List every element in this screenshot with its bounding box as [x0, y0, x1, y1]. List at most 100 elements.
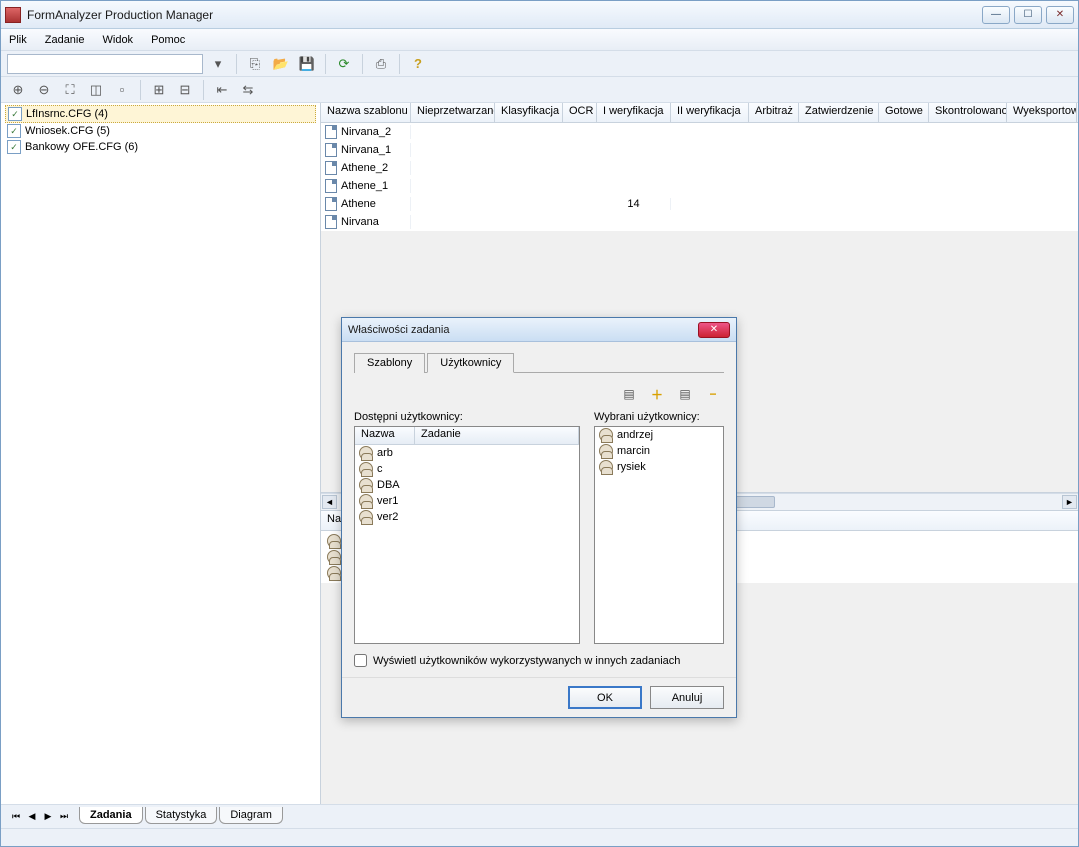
search-input[interactable] — [7, 54, 203, 74]
dialog-titlebar[interactable]: Właściwości zadania ✕ — [342, 318, 736, 342]
fit-icon[interactable]: ⛶ — [59, 79, 81, 101]
zoom-out-icon[interactable]: ⊖ — [33, 79, 55, 101]
dropdown-button[interactable]: ▾ — [207, 53, 229, 75]
column-header[interactable]: Klasyfikacja — [495, 103, 563, 122]
remove-icon[interactable]: − — [702, 383, 724, 405]
tab-templates[interactable]: Szablony — [354, 353, 425, 373]
nav-first-button[interactable]: ⏮ — [9, 810, 23, 824]
close-button[interactable]: ✕ — [1046, 6, 1074, 24]
selected-users-list[interactable]: andrzej marcinrysiek — [594, 426, 724, 644]
maximize-button[interactable]: ☐ — [1014, 6, 1042, 24]
template-name: Nirvana — [341, 216, 379, 228]
task-properties-dialog: Właściwości zadania ✕ Szablony Użytkowni… — [341, 317, 737, 718]
bottom-bar: ⏮ ◀ ▶ ⏭ Zadania Statystyka Diagram — [1, 804, 1078, 828]
tree-item[interactable]: ✓LfInsrnc.CFG (4) — [5, 105, 316, 123]
column-header[interactable]: OCR — [563, 103, 597, 122]
tab-stats[interactable]: Statystyka — [145, 807, 218, 824]
list-item[interactable]: andrzej — [595, 427, 723, 443]
open-folder-icon[interactable]: 📂 — [270, 53, 292, 75]
move-left-icon[interactable]: ▤ — [674, 383, 696, 405]
tree-item[interactable]: ✓Bankowy OFE.CFG (6) — [5, 139, 316, 155]
small-square-icon[interactable]: ▫ — [111, 79, 133, 101]
table-row[interactable]: Athene14 — [321, 195, 1078, 213]
cancel-button[interactable]: Anuluj — [650, 686, 724, 709]
column-header[interactable]: I weryfikacja — [597, 103, 671, 122]
user-name: ver1 — [377, 495, 398, 507]
list-item[interactable]: rysiek — [595, 459, 723, 475]
list-item[interactable]: marcin — [595, 443, 723, 459]
tree-item-label: Bankowy OFE.CFG (6) — [25, 141, 138, 153]
list-item[interactable]: DBA — [355, 477, 579, 493]
show-used-checkbox[interactable] — [354, 654, 367, 667]
column-header[interactable]: Skontrolowano — [929, 103, 1007, 122]
dialog-title: Właściwości zadania — [348, 324, 698, 336]
column-header[interactable]: II weryfikacja — [671, 103, 749, 122]
column-header[interactable]: Zatwierdzenie — [799, 103, 879, 122]
user-icon — [327, 534, 341, 548]
document-icon — [325, 215, 337, 229]
titlebar: FormAnalyzer Production Manager — ☐ ✕ — [1, 1, 1078, 29]
add-icon[interactable]: ＋ — [646, 383, 668, 405]
help-icon[interactable]: ? — [407, 53, 429, 75]
align-icon[interactable]: ⇤ — [211, 79, 233, 101]
arrange-icon[interactable]: ◫ — [85, 79, 107, 101]
user-icon — [327, 566, 341, 580]
copy-icon[interactable]: ⎘ — [244, 53, 266, 75]
print-icon[interactable]: ⎙ — [370, 53, 392, 75]
user-icon — [359, 510, 373, 524]
toolbar-secondary: ⊕ ⊖ ⛶ ◫ ▫ ⊞ ⊟ ⇤ ⇆ — [1, 77, 1078, 103]
available-users-list[interactable]: Nazwa Zadanie arbc DBA ver1 ver2 — [354, 426, 580, 644]
scroll-left-button[interactable]: ◄ — [322, 495, 337, 509]
table-row[interactable]: Athene_1 — [321, 177, 1078, 195]
refresh-icon[interactable]: ⟳ — [333, 53, 355, 75]
list-item[interactable]: arb — [355, 445, 579, 461]
menu-help[interactable]: Pomoc — [151, 34, 185, 46]
save-icon[interactable]: 💾 — [296, 53, 318, 75]
template-name: Nirvana_1 — [341, 144, 391, 156]
user-icon — [599, 460, 613, 474]
nav-prev-button[interactable]: ◀ — [25, 810, 39, 824]
move-right-icon[interactable]: ▤ — [618, 383, 640, 405]
distribute-icon[interactable]: ⇆ — [237, 79, 259, 101]
config-tree: ✓LfInsrnc.CFG (4)✓Wniosek.CFG (5)✓Bankow… — [1, 103, 320, 804]
tree-expand-icon[interactable]: ⊞ — [148, 79, 170, 101]
minimize-button[interactable]: — — [982, 6, 1010, 24]
col-task[interactable]: Zadanie — [415, 427, 579, 444]
tree-item[interactable]: ✓Wniosek.CFG (5) — [5, 123, 316, 139]
column-header[interactable]: Gotowe — [879, 103, 929, 122]
tab-tasks[interactable]: Zadania — [79, 807, 143, 824]
list-item[interactable]: ver2 — [355, 509, 579, 525]
list-item[interactable]: c — [355, 461, 579, 477]
list-item[interactable]: ver1 — [355, 493, 579, 509]
menu-file[interactable]: Plik — [9, 34, 27, 46]
user-icon — [359, 462, 373, 476]
check-icon: ✓ — [8, 107, 22, 121]
scroll-right-button[interactable]: ► — [1062, 495, 1077, 509]
tab-users[interactable]: Użytkownicy — [427, 353, 514, 373]
menu-task[interactable]: Zadanie — [45, 34, 85, 46]
nav-next-button[interactable]: ▶ — [41, 810, 55, 824]
col-name[interactable]: Nazwa — [355, 427, 415, 444]
table-row[interactable]: Nirvana_1 — [321, 141, 1078, 159]
grid-header: Nazwa szablonuNieprzetwarzaneKlasyfikacj… — [321, 103, 1078, 123]
column-header[interactable]: Nazwa szablonu — [321, 103, 411, 122]
ok-button[interactable]: OK — [568, 686, 642, 709]
zoom-in-icon[interactable]: ⊕ — [7, 79, 29, 101]
selected-users-label: Wybrani użytkownicy: — [594, 411, 724, 423]
user-name: ver2 — [377, 511, 398, 523]
column-header[interactable]: Wyeksportow — [1007, 103, 1077, 122]
content-area: ✓LfInsrnc.CFG (4)✓Wniosek.CFG (5)✓Bankow… — [1, 103, 1078, 804]
menu-view[interactable]: Widok — [103, 34, 134, 46]
nav-last-button[interactable]: ⏭ — [57, 810, 71, 824]
table-row[interactable]: Nirvana_2 — [321, 123, 1078, 141]
table-row[interactable]: Nirvana — [321, 213, 1078, 231]
column-header[interactable]: Arbitraż — [749, 103, 799, 122]
sidebar: ✓LfInsrnc.CFG (4)✓Wniosek.CFG (5)✓Bankow… — [1, 103, 321, 804]
column-header[interactable]: Nieprzetwarzane — [411, 103, 495, 122]
user-name: DBA — [377, 479, 400, 491]
tab-diagram[interactable]: Diagram — [219, 807, 283, 824]
table-row[interactable]: Athene_2 — [321, 159, 1078, 177]
tree-collapse-icon[interactable]: ⊟ — [174, 79, 196, 101]
dialog-close-button[interactable]: ✕ — [698, 322, 730, 338]
user-name: andrzej — [617, 429, 653, 441]
